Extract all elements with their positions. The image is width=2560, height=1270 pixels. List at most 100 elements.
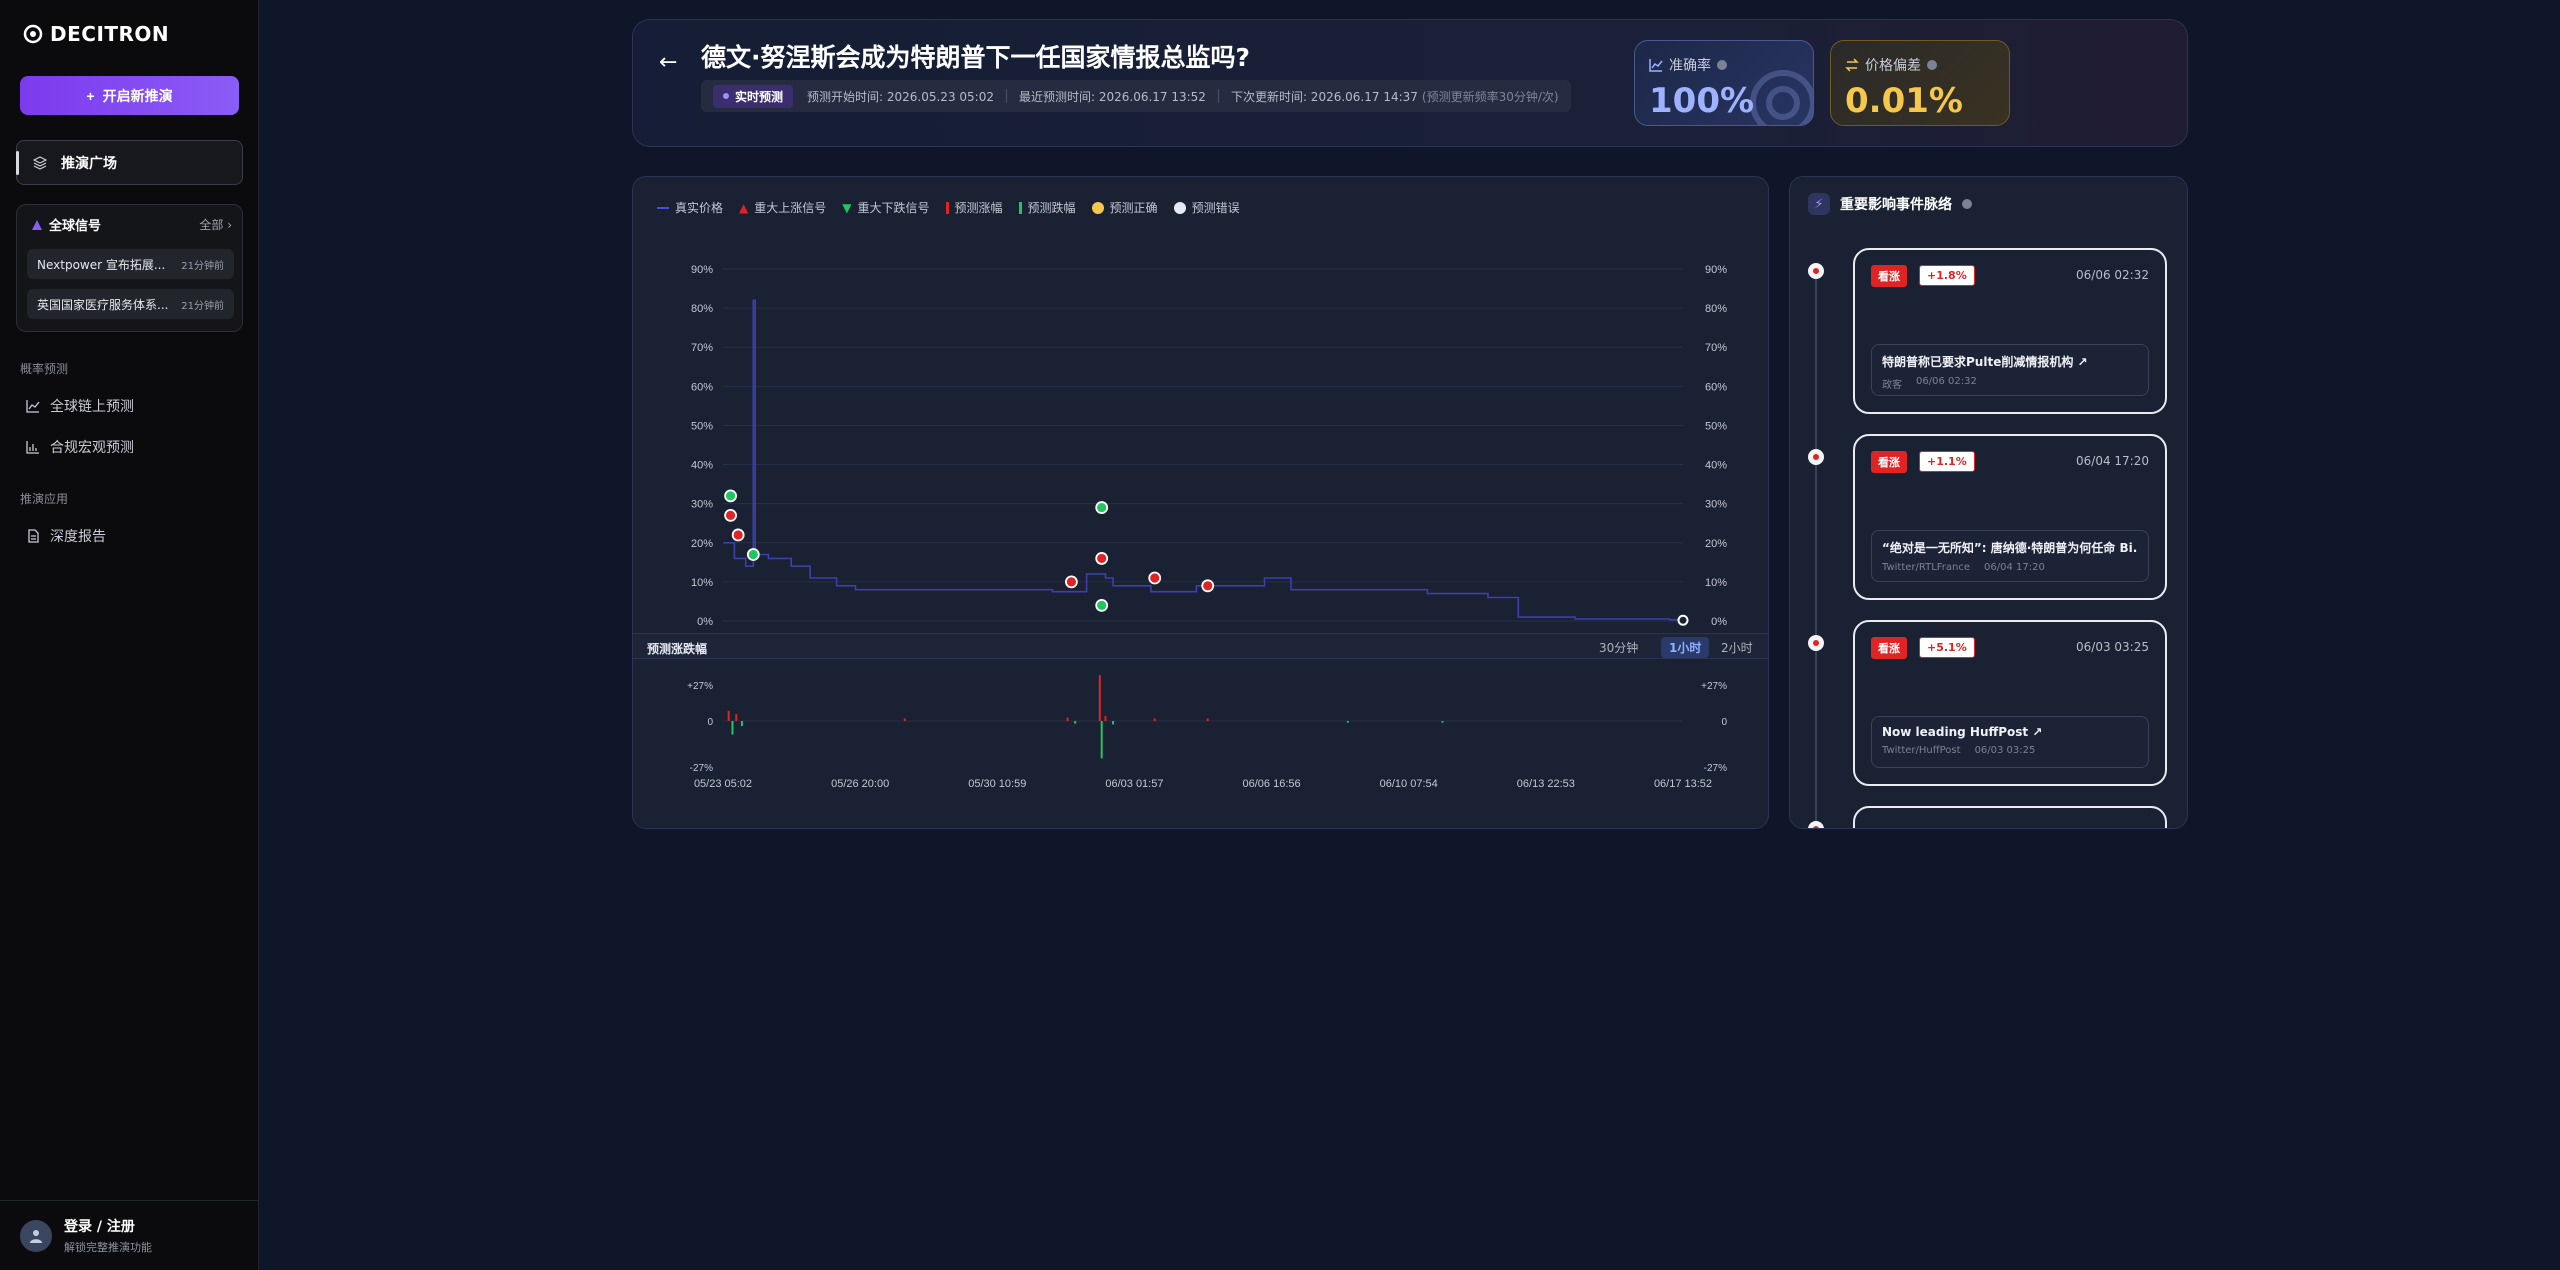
y-tick-label-right: 90% (1705, 264, 1727, 276)
logo[interactable]: DECITRON (22, 22, 169, 46)
event-card[interactable]: 看涨 +1.1% 06/04 17:20 “绝对是一无所知”: 唐纳德·特朗普为… (1853, 434, 2167, 600)
pred-rise-bar (1153, 718, 1156, 721)
event-headline: “绝对是一无所知”: 唐纳德·特朗普为何任命 Bi... (1882, 541, 2138, 555)
info-icon[interactable] (1962, 199, 1972, 209)
x-tick-label: 06/10 07:54 (1380, 778, 1438, 790)
event-pct: +1.1% (1919, 451, 1975, 472)
y-tick-label-right: 50% (1705, 420, 1727, 432)
sub-chart-title: 预测涨跌幅 (647, 642, 708, 656)
event-news[interactable]: 特朗普称已要求Pulte削减情报机构 ↗ 政客 06/06 02:32 (1871, 344, 2149, 396)
accuracy-card: 准确率 100% (1634, 40, 1814, 126)
sub-y-tick-right: 0 (1721, 717, 1727, 728)
question-header: ← 德文·努涅斯会成为特朗普下一任国家情报总监吗? 实时预测 预测开始时间: 2… (632, 19, 2188, 147)
avatar (20, 1219, 52, 1252)
nav-simulation-square[interactable]: 推演广场 (16, 140, 243, 185)
login-subtitle: 解锁完整推演功能 (64, 1241, 152, 1254)
timeline-dot (1808, 821, 1824, 828)
accuracy-label: 准确率 (1669, 58, 1711, 74)
event-time: 06/04 17:20 (2076, 454, 2149, 468)
timeframe-30min[interactable]: 30分钟 (1591, 637, 1646, 658)
pred-rise-bar (1104, 715, 1107, 721)
event-time: 06/06 02:32 (2076, 268, 2149, 282)
down-signal-marker (1095, 501, 1109, 514)
info-icon[interactable] (1927, 60, 1937, 70)
price-chart[interactable]: 90% 90% 80% 80% 70% 70% 60% 60% 50% 50% 40% 40% 30% 3… (633, 177, 1768, 828)
info-icon[interactable] (1717, 60, 1727, 70)
event-source-time: 06/03 03:25 (1974, 745, 2036, 756)
event-card[interactable]: 看涨 +1.8% 06/06 02:32 特朗普称已要求Pulte削减情报机构 … (1853, 248, 2167, 414)
event-source: 政客 (1882, 380, 1902, 391)
y-tick-label-right: 80% (1705, 303, 1727, 315)
event-source: Twitter/HuffPost (1882, 745, 1961, 756)
signal-item[interactable]: Nextpower 宣布拓展... 21分钟前 (27, 249, 234, 279)
signal-item-text: Nextpower 宣布拓展... (37, 257, 166, 272)
live-prediction-badge: 实时预测 (713, 84, 794, 108)
trend-icon (1649, 59, 1663, 72)
nav-onchain-prediction-label: 全球链上预测 (50, 399, 134, 415)
price-chart-card: 真实价格 ▲ 重大上涨信号 ▼ 重大下跌信号 预测涨幅 预测跌幅 预测正确 预测错误… (632, 176, 1769, 829)
pred-rise-bar (903, 718, 906, 721)
y-tick-label: 10% (691, 577, 713, 589)
timeline-dot (1808, 449, 1824, 465)
y-tick-label: 80% (691, 303, 713, 315)
pred-fall-bar (1074, 721, 1077, 724)
nav-macro-prediction-label: 合规宏观预测 (50, 440, 134, 456)
start-time: 预测开始时间: 2026.05.23 05:02 (807, 89, 994, 104)
up-signal-marker (1148, 571, 1162, 585)
pred-rise-bar (727, 710, 730, 721)
page-title: 德文·努涅斯会成为特朗普下一任国家情报总监吗? (701, 43, 1251, 72)
y-tick-label-right: 40% (1705, 460, 1727, 472)
y-tick-label: 70% (691, 342, 713, 354)
up-signal-marker (731, 528, 745, 542)
x-tick-label: 06/06 16:56 (1243, 778, 1301, 790)
x-tick-label: 06/03 01:57 (1105, 778, 1163, 790)
deviation-card: 价格偏差 0.01% (1830, 40, 2010, 126)
down-signal-marker (724, 489, 737, 503)
update-frequency: (预测更新频率30分钟/次) (1421, 89, 1559, 104)
events-timeline-card: ⚡ 重要影响事件脉络 看涨 +1.8% 06/06 02:32 特朗普称已要求P… (1789, 176, 2188, 829)
signals-view-all[interactable]: 全部 › (199, 216, 232, 233)
y-tick-label-right: 0% (1711, 616, 1727, 628)
x-tick-label: 06/13 22:53 (1517, 778, 1575, 790)
event-tag: 看涨 (1871, 265, 1907, 287)
event-card[interactable] (1853, 806, 2167, 828)
new-simulation-button[interactable]: + 开启新推演 (20, 76, 239, 115)
sidebar: DECITRON + 开启新推演 推演广场 全球信号 全部 › Nextpowe… (0, 0, 259, 1270)
timeframe-1h[interactable]: 1小时 (1661, 637, 1710, 658)
event-tag: 看涨 (1871, 637, 1907, 659)
y-tick-label: 40% (691, 460, 713, 472)
back-arrow-icon[interactable]: ← (659, 50, 677, 75)
y-tick-label: 20% (691, 538, 713, 550)
y-tick-label: 0% (697, 616, 713, 628)
pred-fall-bar (740, 721, 743, 727)
nav-deep-report[interactable]: 深度报告 (26, 526, 106, 546)
price-end-marker (1677, 614, 1689, 626)
sub-y-tick: -27% (690, 763, 713, 774)
event-headline: Now leading HuffPost (1882, 725, 2029, 739)
x-tick-label: 05/30 10:59 (968, 778, 1026, 790)
pred-rise-bar (1098, 675, 1101, 721)
event-card[interactable]: 看涨 +5.1% 06/03 03:25 Now leading HuffPos… (1853, 620, 2167, 786)
event-headline: 特朗普称已要求Pulte削减情报机构 (1882, 355, 2074, 369)
layers-icon (33, 155, 47, 170)
nav-macro-prediction[interactable]: 合规宏观预测 (26, 437, 134, 457)
event-news[interactable]: “绝对是一无所知”: 唐纳德·特朗普为何任命 Bi... Twitter/RTL… (1871, 530, 2149, 582)
login-title: 登录 / 注册 (64, 1219, 135, 1235)
y-tick-label-right: 20% (1705, 538, 1727, 550)
login-register[interactable]: 登录 / 注册 解锁完整推演功能 (0, 1200, 259, 1270)
timeline-dot (1808, 263, 1824, 279)
sub-chart-header: 预测涨跌幅 30分钟 1小时 2小时 (633, 633, 1768, 659)
nav-onchain-prediction[interactable]: 全球链上预测 (26, 396, 134, 416)
document-icon (28, 529, 39, 543)
y-tick-label-right: 30% (1705, 499, 1727, 511)
signal-item[interactable]: 英国国家医疗服务体系... 21分钟前 (27, 289, 234, 319)
timeframe-2h[interactable]: 2小时 (1713, 637, 1761, 658)
x-tick-label: 05/26 20:00 (831, 778, 889, 790)
global-signals-title: 全球信号 (49, 219, 102, 234)
up-signal-marker (1201, 579, 1215, 593)
deviation-value: 0.01% (1845, 81, 1963, 121)
event-news[interactable]: Now leading HuffPost ↗ Twitter/HuffPost 0… (1871, 716, 2149, 768)
pred-fall-bar (1112, 721, 1115, 725)
x-tick-label: 06/17 13:52 (1654, 778, 1712, 790)
y-tick-label: 50% (691, 420, 713, 432)
